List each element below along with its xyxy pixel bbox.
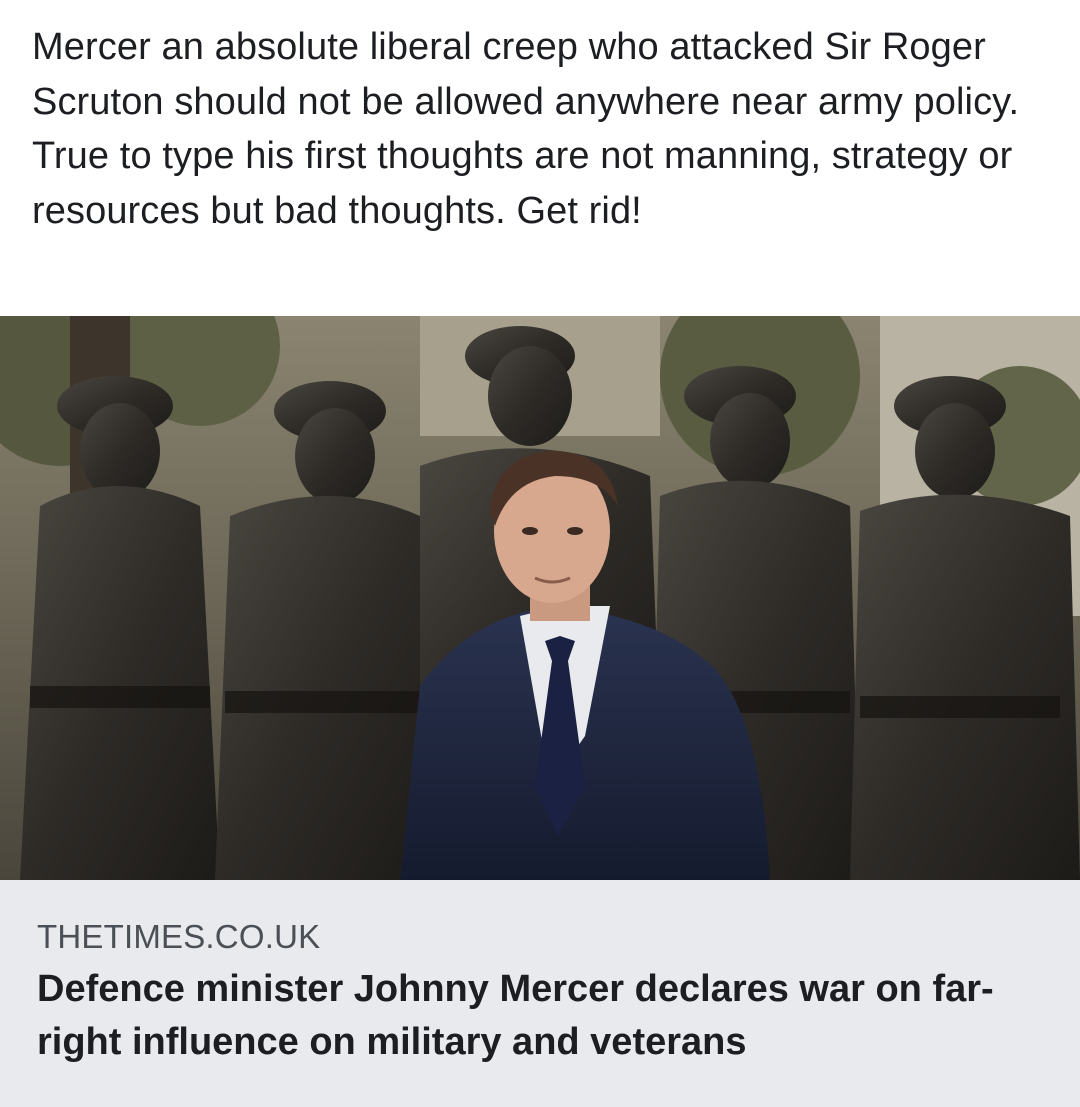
link-title[interactable]: Defence minister Johnny Mercer declares … xyxy=(37,963,1057,1069)
link-domain[interactable]: THETIMES.CO.UK xyxy=(37,918,320,956)
link-preview-image[interactable] xyxy=(0,316,1080,880)
photo-statues-and-man-in-suit-icon xyxy=(0,316,1080,880)
shared-post: Mercer an absolute liberal creep who att… xyxy=(0,0,1080,1107)
post-text: Mercer an absolute liberal creep who att… xyxy=(32,26,1020,232)
